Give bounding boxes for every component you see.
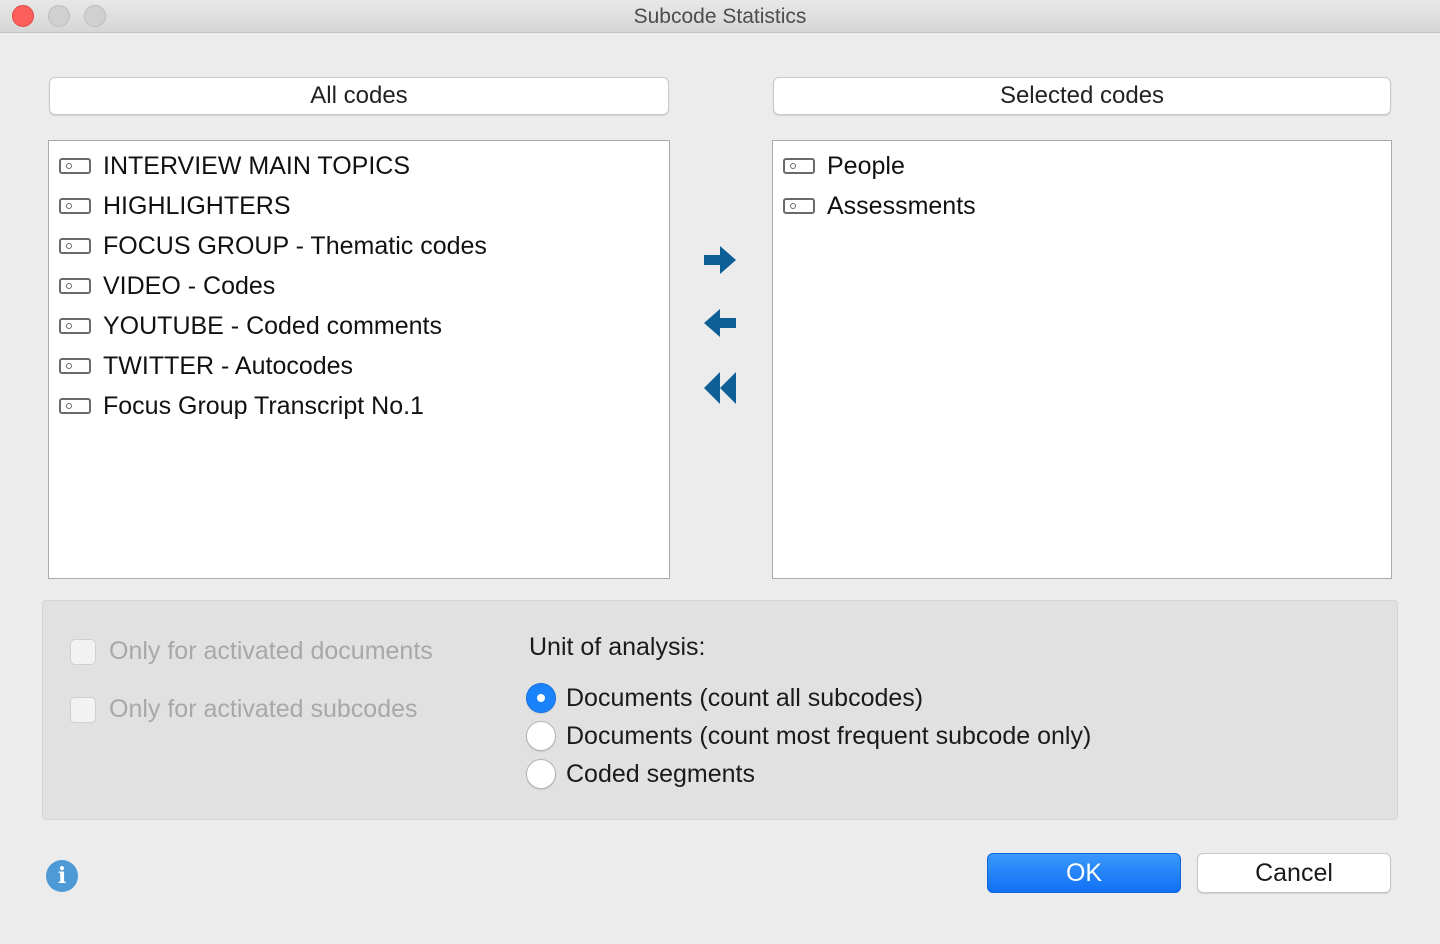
radio-coded-segments[interactable]: Coded segments bbox=[526, 759, 755, 789]
window-title: Subcode Statistics bbox=[633, 5, 807, 28]
code-label: YOUTUBE - Coded comments bbox=[103, 311, 442, 340]
unit-of-analysis-label: Unit of analysis: bbox=[529, 633, 706, 661]
only-activated-subcodes-option: Only for activated subcodes bbox=[70, 695, 418, 724]
code-icon bbox=[59, 278, 91, 294]
only-activated-subcodes-checkbox bbox=[70, 696, 96, 723]
add-code-button[interactable] bbox=[700, 240, 740, 280]
list-item-code[interactable]: Focus Group Transcript No.1 bbox=[49, 386, 669, 426]
code-icon bbox=[783, 158, 815, 174]
code-label: TWITTER - Autocodes bbox=[103, 351, 354, 380]
selected-codes-list[interactable]: People Assessments bbox=[772, 140, 1392, 579]
list-item-code[interactable]: INTERVIEW MAIN TOPICS bbox=[49, 146, 669, 186]
code-icon bbox=[59, 358, 91, 374]
arrow-left-icon bbox=[704, 309, 736, 337]
radio-label: Coded segments bbox=[566, 759, 756, 788]
remove-all-codes-button[interactable] bbox=[700, 368, 740, 408]
arrow-right-icon bbox=[704, 246, 736, 274]
radio-button[interactable] bbox=[526, 721, 556, 751]
only-activated-documents-label: Only for activated documents bbox=[109, 637, 433, 665]
code-label: HIGHLIGHTERS bbox=[103, 191, 291, 220]
radio-documents-all-subcodes[interactable]: Documents (count all subcodes) bbox=[526, 683, 923, 713]
list-item-code[interactable]: HIGHLIGHTERS bbox=[49, 186, 669, 226]
radio-label: Documents (count all subcodes) bbox=[566, 683, 924, 712]
double-arrow-left-icon bbox=[704, 372, 736, 404]
code-label: VIDEO - Codes bbox=[103, 271, 276, 300]
code-label: People bbox=[827, 151, 905, 180]
all-codes-header[interactable]: All codes bbox=[49, 77, 669, 115]
list-item-code[interactable]: YOUTUBE - Coded comments bbox=[49, 306, 669, 346]
list-item-selected-code[interactable]: People bbox=[773, 146, 1391, 186]
ok-button[interactable]: OK bbox=[987, 853, 1181, 893]
all-codes-list[interactable]: INTERVIEW MAIN TOPICS HIGHLIGHTERS FOCUS… bbox=[48, 140, 670, 579]
selected-codes-header[interactable]: Selected codes bbox=[773, 77, 1391, 115]
list-item-code[interactable]: TWITTER - Autocodes bbox=[49, 346, 669, 386]
only-activated-documents-option: Only for activated documents bbox=[70, 637, 433, 666]
title-bar: Subcode Statistics bbox=[0, 0, 1440, 33]
code-icon bbox=[59, 318, 91, 334]
only-activated-documents-checkbox bbox=[70, 638, 96, 665]
code-icon bbox=[59, 398, 91, 414]
cancel-button[interactable]: Cancel bbox=[1197, 853, 1391, 893]
radio-button[interactable] bbox=[526, 759, 556, 789]
code-label: FOCUS GROUP - Thematic codes bbox=[103, 231, 487, 260]
code-icon bbox=[59, 158, 91, 174]
code-icon bbox=[59, 238, 91, 254]
info-icon[interactable]: i bbox=[46, 860, 78, 892]
radio-documents-most-frequent[interactable]: Documents (count most frequent subcode o… bbox=[526, 721, 1091, 751]
code-label: INTERVIEW MAIN TOPICS bbox=[103, 151, 410, 180]
list-item-code[interactable]: FOCUS GROUP - Thematic codes bbox=[49, 226, 669, 266]
only-activated-subcodes-label: Only for activated subcodes bbox=[109, 695, 418, 723]
code-label: Assessments bbox=[827, 191, 976, 220]
code-label: Focus Group Transcript No.1 bbox=[103, 391, 424, 420]
radio-label: Documents (count most frequent subcode o… bbox=[566, 721, 1092, 750]
list-item-selected-code[interactable]: Assessments bbox=[773, 186, 1391, 226]
remove-code-button[interactable] bbox=[700, 303, 740, 343]
options-panel: Only for activated documents Only for ac… bbox=[42, 600, 1398, 820]
radio-button-selected[interactable] bbox=[526, 683, 556, 713]
code-icon bbox=[783, 198, 815, 214]
list-item-code[interactable]: VIDEO - Codes bbox=[49, 266, 669, 306]
code-icon bbox=[59, 198, 91, 214]
